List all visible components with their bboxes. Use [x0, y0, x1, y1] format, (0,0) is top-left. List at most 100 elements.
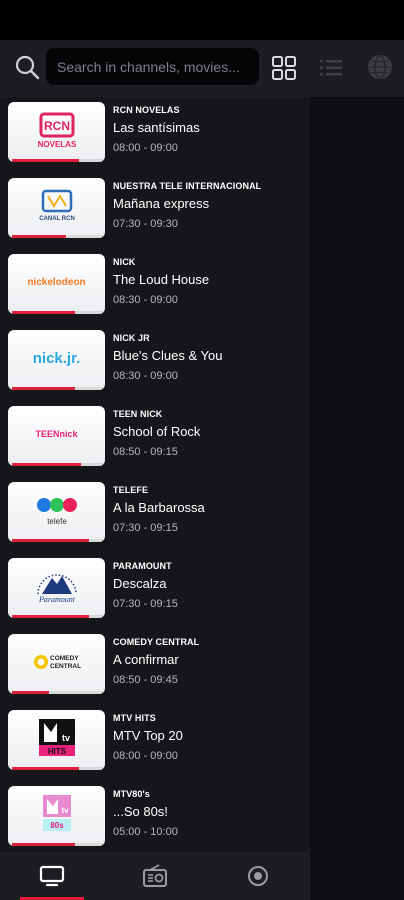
search-box [46, 48, 259, 85]
channel-row[interactable]: tv 80s MTV80's ...So 80s! 05:00 - 10:00 [0, 781, 310, 849]
program-time: 08:50 - 09:15 [113, 446, 178, 458]
channel-name: MTV HITS [113, 713, 156, 723]
list-view-icon[interactable] [319, 58, 343, 78]
channel-row[interactable]: CANAL RCN NUESTRA TELE INTERNACIONAL Mañ… [0, 173, 310, 249]
channel-row[interactable]: COMEDY CENTRAL COMEDY CENTRAL A confirma… [0, 629, 310, 705]
svg-text:HITS: HITS [47, 747, 66, 756]
channel-thumbnail: tv 80s [8, 786, 105, 846]
channel-thumbnail: RCN NOVELAS [8, 102, 105, 162]
channel-row[interactable]: TEENnick TEEN NICK School of Rock 08:50 … [0, 401, 310, 477]
progress-bar [12, 311, 105, 314]
channel-row[interactable]: nickelodeon NICK The Loud House 08:30 - … [0, 249, 310, 325]
program-time: 08:00 - 09:00 [113, 142, 178, 154]
svg-text:80s: 80s [50, 821, 64, 830]
channel-thumbnail: TEENnick [8, 406, 105, 466]
progress-fill [12, 843, 76, 846]
svg-text:Paramount: Paramount [38, 595, 76, 604]
svg-text:NOVELAS: NOVELAS [37, 140, 76, 149]
program-time: 08:00 - 09:00 [113, 750, 178, 762]
mtv-80s-logo: tv 80s [8, 786, 105, 842]
svg-text:CENTRAL: CENTRAL [50, 663, 81, 670]
svg-text:tv: tv [61, 733, 69, 743]
svg-text:RCN: RCN [44, 119, 70, 133]
rcn-novelas-logo: RCN NOVELAS [8, 102, 105, 158]
search-icon[interactable] [14, 54, 40, 80]
progress-fill [12, 539, 90, 542]
program-time: 07:30 - 09:15 [113, 598, 178, 610]
nickelodeon-logo: nickelodeon [27, 276, 86, 288]
channel-name: COMEDY CENTRAL [113, 637, 200, 647]
mtv-hits-logo: tv HITS [8, 710, 105, 766]
grid-view-icon[interactable] [271, 55, 297, 81]
channel-thumbnail: telefe [8, 482, 105, 542]
program-time: 07:30 - 09:30 [113, 218, 178, 230]
progress-fill [12, 691, 50, 694]
channel-name: MTV80's [113, 789, 150, 799]
progress-fill [12, 615, 90, 618]
nav-tab-radio[interactable] [103, 852, 206, 900]
progress-bar [12, 767, 105, 770]
channel-name: NICK JR [113, 333, 150, 343]
progress-fill [12, 311, 76, 314]
channel-name: PARAMOUNT [113, 561, 172, 571]
program-time: 05:00 - 10:00 [113, 826, 178, 838]
nick-jr-logo: nick.jr. [32, 349, 81, 367]
channel-thumbnail: COMEDY CENTRAL [8, 634, 105, 694]
progress-bar [12, 463, 105, 466]
canal-rcn-logo: CANAL RCN [8, 178, 105, 234]
comedy-central-logo: COMEDY CENTRAL [8, 634, 105, 690]
program-time: 08:30 - 09:00 [113, 294, 178, 306]
record-icon [247, 866, 268, 886]
program-time: 08:50 - 09:45 [113, 674, 178, 686]
progress-fill [12, 387, 76, 390]
channel-thumbnail: nickelodeon [8, 254, 105, 314]
channel-row[interactable]: RCN NOVELAS RCN NOVELAS Las santísimas 0… [0, 97, 310, 173]
progress-fill [12, 463, 81, 466]
globe-icon[interactable] [367, 54, 393, 80]
channel-thumbnail: nick.jr. [8, 330, 105, 390]
svg-text:COMEDY: COMEDY [50, 655, 79, 662]
progress-fill [12, 767, 79, 770]
channel-thumbnail: Paramount [8, 558, 105, 618]
program-title: ...So 80s! [113, 804, 168, 819]
status-bar [0, 0, 404, 40]
paramount-logo: Paramount [8, 558, 105, 614]
progress-fill [12, 235, 66, 238]
nav-tab-tv[interactable] [0, 852, 103, 900]
progress-bar [12, 691, 105, 694]
program-title: Mañana express [113, 196, 210, 211]
program-time: 08:30 - 09:00 [113, 370, 178, 382]
channel-row[interactable]: tv HITS MTV HITS MTV Top 20 08:00 - 09:0… [0, 705, 310, 781]
program-title: Descalza [113, 576, 167, 591]
channel-row[interactable]: Paramount PARAMOUNT Descalza 07:30 - 09:… [0, 553, 310, 629]
program-title: A la Barbarossa [113, 500, 205, 515]
program-title: Blue's Clues & You [113, 348, 223, 363]
program-title: MTV Top 20 [113, 728, 183, 743]
program-title: The Loud House [113, 272, 210, 287]
search-bar [0, 40, 310, 97]
progress-bar [12, 615, 105, 618]
program-title: A confirmar [113, 652, 179, 667]
nav-tab-recordings[interactable] [206, 852, 309, 900]
tv-icon [39, 865, 64, 887]
channel-name: TELEFE [113, 485, 149, 495]
channel-name: RCN NOVELAS [113, 105, 180, 115]
channel-name: NUESTRA TELE INTERNACIONAL [113, 181, 262, 191]
teen-nick-logo: TEENnick [35, 429, 78, 439]
progress-bar [12, 539, 105, 542]
channel-name: TEEN NICK [113, 409, 163, 419]
program-title: School of Rock [113, 424, 201, 439]
channel-panel: RCN NOVELAS RCN NOVELAS Las santísimas 0… [0, 40, 310, 900]
svg-text:CANAL RCN: CANAL RCN [39, 216, 75, 222]
progress-fill [12, 159, 79, 162]
channel-row[interactable]: nick.jr. NICK JR Blue's Clues & You 08:3… [0, 325, 310, 401]
progress-bar [12, 843, 105, 846]
progress-bar [12, 387, 105, 390]
svg-text:tv: tv [61, 806, 69, 815]
progress-bar [12, 159, 105, 162]
channel-thumbnail: tv HITS [8, 710, 105, 770]
detail-pane [310, 40, 404, 900]
search-input[interactable] [57, 48, 253, 85]
channel-row[interactable]: telefe TELEFE A la Barbarossa 07:30 - 09… [0, 477, 310, 553]
bottom-nav [0, 852, 310, 900]
